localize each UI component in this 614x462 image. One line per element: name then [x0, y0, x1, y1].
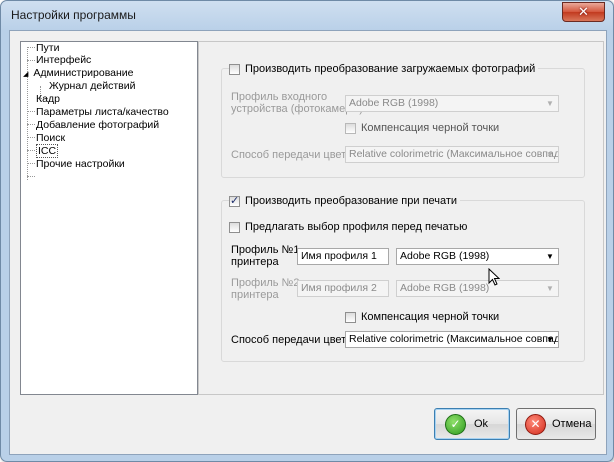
tree-item-label: Администрирование: [33, 67, 134, 79]
check-icon: ✓: [445, 413, 466, 435]
import-convert-checkbox[interactable]: Производить преобразование загружаемых ф…: [229, 63, 539, 75]
close-icon: ✕: [578, 4, 589, 20]
tree-item-search[interactable]: Поиск: [36, 132, 65, 144]
tree-item-label: Поиск: [36, 132, 66, 144]
checkbox-box[interactable]: [345, 122, 356, 134]
tree-item-label: Интерфейс: [36, 54, 92, 66]
import-intent-label: Способ передачи цвета: [231, 149, 353, 161]
printer1-profile-combo[interactable]: Adobe RGB (1998) ▼: [396, 248, 559, 265]
checkbox-label: Предлагать выбор профиля перед печатью: [245, 221, 468, 233]
tree-item-label: ICC: [36, 144, 59, 158]
printer2-name-input[interactable]: Имя профиля 2: [297, 280, 389, 297]
checkbox-box[interactable]: [345, 311, 356, 323]
printer1-label: Профиль №1 принтера: [231, 244, 300, 268]
window-title: Настройки программы: [11, 8, 136, 22]
tree-item-interface[interactable]: Интерфейс: [36, 54, 91, 66]
settings-window: Настройки программы ✕ Пути Интерфейс ◢ Ад…: [0, 0, 614, 462]
mouse-cursor-icon: [488, 268, 500, 286]
printer2-label: Профиль №2 принтера: [231, 277, 300, 301]
tree-item-paths[interactable]: Пути: [36, 42, 59, 54]
printer1-name-input[interactable]: Имя профиля 1: [297, 248, 389, 265]
checkbox-label: Производить преобразование при печати: [245, 195, 458, 207]
checkbox-box[interactable]: [229, 221, 240, 233]
print-intent-label: Способ передачи цвета: [231, 334, 353, 346]
input-profile-label: Профиль входного устройства (фотокамеры): [231, 91, 363, 115]
tree-item-administration[interactable]: ◢ Администрирование: [23, 67, 134, 79]
ok-button-label: Ok: [474, 418, 489, 430]
settings-tree[interactable]: Пути Интерфейс ◢ Администрирование Журнал…: [20, 41, 198, 395]
tree-item-other-settings[interactable]: Прочие настройки: [36, 158, 125, 170]
offer-profile-checkbox[interactable]: Предлагать выбор профиля перед печатью: [229, 221, 467, 233]
checkbox-box[interactable]: [229, 194, 240, 207]
print-convert-checkbox[interactable]: Производить преобразование при печати: [229, 194, 461, 207]
checkbox-box[interactable]: [229, 63, 240, 75]
tree-item-label: Кадр: [36, 93, 60, 105]
close-button[interactable]: ✕: [562, 2, 605, 22]
tree-item-icc[interactable]: ICC: [36, 144, 59, 158]
tree-item-label: Журнал действий: [49, 80, 136, 92]
ok-button[interactable]: ✓ Ok: [434, 408, 510, 440]
chevron-down-icon: ▼: [546, 284, 554, 293]
checkbox-label: Компенсация черной точки: [361, 311, 500, 323]
chevron-down-icon: ▼: [546, 335, 554, 344]
import-black-point-checkbox[interactable]: Компенсация черной точки: [345, 122, 499, 134]
title-bar[interactable]: Настройки программы ✕: [1, 1, 613, 29]
checkbox-label: Компенсация черной точки: [361, 122, 500, 134]
print-black-point-checkbox[interactable]: Компенсация черной точки: [345, 311, 499, 323]
dialog-client-area: Пути Интерфейс ◢ Администрирование Журнал…: [9, 30, 607, 455]
tree-item-frame[interactable]: Кадр: [36, 93, 60, 105]
tree-item-label: Добавление фотографий: [36, 119, 160, 131]
chevron-down-icon: ▼: [546, 150, 554, 159]
cancel-icon: ✕: [525, 413, 546, 435]
tree-item-label: Пути: [36, 42, 60, 54]
cancel-button-label: Отмена: [552, 418, 592, 430]
chevron-down-icon: ▼: [546, 252, 554, 261]
print-intent-combo[interactable]: Relative colorimetric (Максимальное совп…: [345, 331, 559, 348]
tree-item-label: Параметры листа/качество: [36, 106, 169, 118]
input-profile-combo[interactable]: Adobe RGB (1998) ▼: [345, 95, 559, 112]
expander-icon[interactable]: ◢: [23, 71, 28, 78]
checkbox-label: Производить преобразование загружаемых ф…: [245, 63, 536, 75]
tree-item-label: Прочие настройки: [36, 158, 125, 170]
import-intent-combo[interactable]: Relative colorimetric (Максимальное совп…: [345, 146, 559, 163]
cancel-button[interactable]: ✕ Отмена: [516, 408, 596, 440]
tree-item-action-log[interactable]: Журнал действий: [49, 80, 135, 92]
icc-settings-panel: Производить преобразование загружаемых ф…: [198, 41, 604, 395]
chevron-down-icon: ▼: [546, 99, 554, 108]
tree-item-sheet-quality[interactable]: Параметры листа/качество: [36, 106, 169, 118]
printer2-profile-combo[interactable]: Adobe RGB (1998) ▼: [396, 280, 559, 297]
tree-item-add-photos[interactable]: Добавление фотографий: [36, 119, 159, 131]
